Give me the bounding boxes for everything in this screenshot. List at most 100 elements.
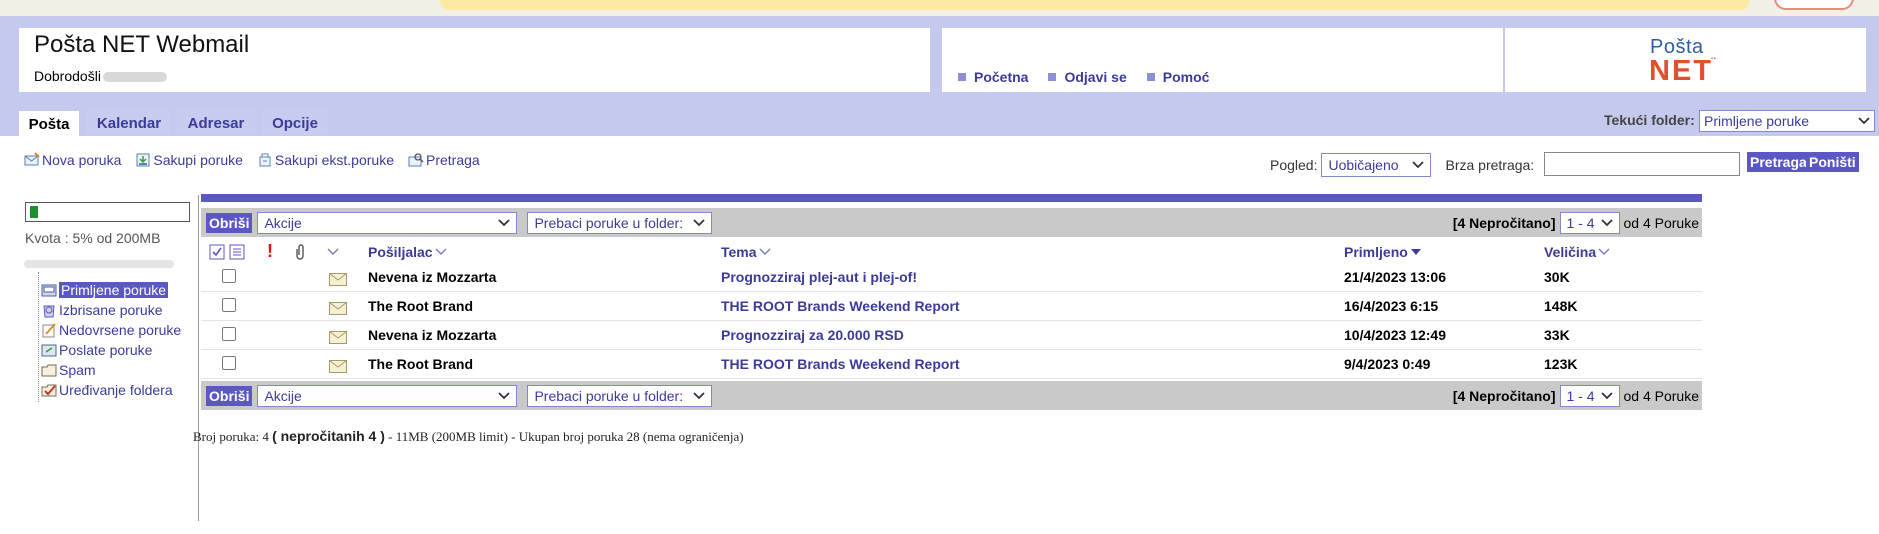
collect-external-icon	[259, 153, 271, 167]
new-message-icon	[24, 152, 40, 166]
trash-icon	[43, 305, 55, 318]
sort-icon	[435, 248, 447, 255]
tab-posta[interactable]: Pošta	[19, 111, 79, 137]
search-reset-button[interactable]: Poništi	[1806, 152, 1859, 172]
envelope-icon	[329, 360, 347, 373]
tab-kalendar[interactable]: Kalendar	[87, 111, 171, 135]
message-date: 10/4/2023 12:49	[1344, 327, 1446, 343]
quick-search-input[interactable]	[1544, 152, 1740, 176]
tab-opcije[interactable]: Opcije	[262, 111, 328, 135]
chevron-down-icon	[498, 218, 511, 226]
priority-icon[interactable]: !	[267, 241, 273, 262]
chevron-down-icon	[1412, 161, 1425, 169]
collect-messages-icon	[136, 153, 150, 167]
chevron-down-icon	[1600, 219, 1613, 227]
view-selector: Pogled: Uobičajeno Brza pretraga:	[1270, 153, 1534, 177]
message-total: od 4 Poruke	[1623, 215, 1700, 231]
bullet-icon	[1048, 73, 1057, 81]
folder-trash[interactable]: Izbrisane poruke	[40, 300, 163, 320]
invert-selection-icon[interactable]	[229, 244, 245, 260]
message-date: 9/4/2023 0:49	[1344, 356, 1431, 372]
folder-sent[interactable]: Poslate poruke	[40, 340, 152, 360]
message-checkbox[interactable]	[222, 327, 236, 341]
header-title-box: Pošta NET Webmail Dobrodošli	[19, 28, 930, 92]
message-subject[interactable]: Prognozziraj plej-aut i plej-of!	[721, 269, 917, 285]
browser-top-strip	[0, 0, 1879, 16]
message-pane-top-bar	[201, 194, 1702, 202]
message-size: 123K	[1544, 356, 1578, 372]
chevron-down-icon	[1600, 392, 1613, 400]
message-sender: The Root Brand	[368, 298, 473, 314]
attachment-icon[interactable]	[293, 243, 307, 261]
message-row[interactable]: Nevena iz Mozzarta Prognozziraj za 20.00…	[201, 321, 1702, 350]
search-submit-button[interactable]: Pretraga	[1747, 152, 1810, 172]
app-title: Pošta NET Webmail	[34, 31, 250, 58]
message-row[interactable]: The Root Brand THE ROOT Brands Weekend R…	[201, 350, 1702, 379]
move-to-folder-select[interactable]: Prebaci poruke u folder:	[527, 384, 713, 407]
pane-divider	[198, 195, 199, 521]
account-name-redacted	[24, 260, 174, 268]
message-subject[interactable]: THE ROOT Brands Weekend Report	[721, 298, 960, 314]
message-row[interactable]: The Root Brand THE ROOT Brands Weekend R…	[201, 292, 1702, 321]
folder-edit[interactable]: Uređivanje foldera	[40, 380, 173, 400]
chevron-down-icon	[693, 391, 706, 399]
message-total: od 4 Poruke	[1623, 388, 1700, 404]
move-to-folder-select[interactable]: Prebaci poruke u folder:	[527, 211, 713, 234]
header-logo-box: Pošta .. NET	[1505, 28, 1866, 92]
message-size: 148K	[1544, 298, 1578, 314]
message-checkbox[interactable]	[222, 269, 236, 283]
nav-home-link[interactable]: Početna	[958, 69, 1028, 85]
current-folder-label: Tekući folder:	[1604, 112, 1695, 128]
column-subject[interactable]: Tema	[721, 244, 771, 260]
browser-address-bar[interactable]	[440, 0, 1750, 10]
header-nav-box: Početna Odjavi se Pomoć	[942, 28, 1503, 92]
browser-button[interactable]	[1774, 0, 1854, 10]
nav-logout-link[interactable]: Odjavi se	[1048, 69, 1127, 85]
sort-icon[interactable]	[327, 248, 339, 256]
new-message-button[interactable]: Nova poruka	[24, 152, 121, 168]
welcome-label: Dobrodošli	[34, 68, 101, 84]
search-button[interactable]: Pretraga	[408, 152, 480, 168]
view-select[interactable]: Uobičajeno	[1321, 153, 1432, 177]
message-checkbox[interactable]	[222, 356, 236, 370]
mail-toolbar: Nova poruka Sakupi poruke Sakupi ekst.po…	[24, 152, 480, 168]
bullet-icon	[958, 73, 966, 81]
drafts-icon	[42, 323, 56, 338]
select-all-icon[interactable]	[209, 244, 225, 260]
page-range-select[interactable]: 1 - 4	[1559, 385, 1620, 407]
actions-select[interactable]: Akcije	[257, 211, 518, 234]
nav-help-link[interactable]: Pomoć	[1146, 69, 1209, 85]
column-received[interactable]: Primljeno	[1344, 244, 1422, 260]
delete-button[interactable]: Obriši	[206, 385, 253, 406]
actions-select[interactable]: Akcije	[257, 384, 518, 407]
message-subject[interactable]: THE ROOT Brands Weekend Report	[721, 356, 960, 372]
message-date: 16/4/2023 6:15	[1344, 298, 1439, 314]
folder-drafts[interactable]: Nedovrsene poruke	[40, 320, 181, 340]
message-date: 21/4/2023 13:06	[1344, 269, 1446, 285]
welcome-text: Dobrodošli	[34, 68, 167, 84]
unread-summary: ( nepročitanih 4 )	[272, 428, 385, 444]
unread-count: [4 Nepročitano]	[1452, 388, 1556, 404]
column-size[interactable]: Veličina	[1544, 244, 1610, 260]
quota-bar	[25, 202, 190, 222]
message-subject[interactable]: Prognozziraj za 20.000 RSD	[721, 327, 904, 343]
edit-folders-icon	[41, 384, 57, 397]
quota-text: Kvota : 5% od 200MB	[25, 230, 161, 246]
chevron-down-icon	[1858, 117, 1870, 125]
message-sender: Nevena iz Mozzarta	[368, 269, 497, 285]
action-bar-top: Obriši Akcije Prebaci poruke u folder: […	[201, 208, 1702, 237]
envelope-icon	[329, 273, 347, 286]
message-row[interactable]: Nevena iz Mozzarta Prognozziraj plej-aut…	[201, 263, 1702, 292]
current-folder-select[interactable]: Primljene poruke	[1699, 110, 1875, 132]
column-from[interactable]: Pošiljalac	[368, 244, 447, 260]
collect-external-button[interactable]: Sakupi ekst.poruke	[257, 152, 394, 168]
message-checkbox[interactable]	[222, 298, 236, 312]
tab-adresar[interactable]: Adresar	[176, 111, 256, 135]
page-range-select[interactable]: 1 - 4	[1559, 212, 1620, 234]
folder-spam[interactable]: Spam	[40, 360, 96, 380]
delete-button[interactable]: Obriši	[206, 212, 253, 233]
inbox-icon	[41, 284, 57, 297]
collect-messages-button[interactable]: Sakupi poruke	[135, 152, 243, 168]
folder-inbox[interactable]: Primljene poruke	[40, 280, 169, 300]
quota-fill	[30, 206, 38, 218]
